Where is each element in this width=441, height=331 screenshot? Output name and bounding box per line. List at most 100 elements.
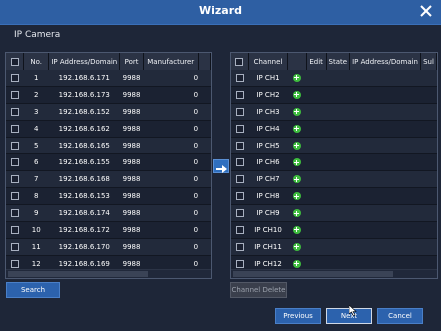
channel-row[interactable]: IP CH4 [231,120,437,138]
table-row[interactable]: 6 192.168.6.155 9988 0 [6,153,211,172]
select-all-checkbox[interactable] [6,53,25,70]
title-bar: Wizard [0,0,441,25]
table-row[interactable]: 10 192.168.6.172 9988 0 [6,221,211,239]
row-checkbox[interactable] [6,204,24,223]
close-icon[interactable] [417,2,435,20]
col-sub[interactable]: Sul [420,53,437,70]
col-channel-ip[interactable]: IP Address/Domain [349,53,421,70]
add-to-channel-button[interactable] [213,159,229,173]
channel-checkbox[interactable] [231,238,249,256]
channel-checkbox[interactable] [231,137,249,155]
table-row[interactable]: 3 192.168.6.152 9988 0 [6,103,211,121]
row-extra [198,86,211,104]
col-state[interactable]: State [326,53,351,70]
add-channel-button[interactable] [287,153,307,172]
table-row[interactable]: 11 192.168.6.170 9988 0 [6,238,211,256]
plus-circle-icon[interactable] [292,73,301,82]
channel-row[interactable]: IP CH8 [231,187,437,206]
channel-delete-button[interactable]: Channel Delete [230,282,287,298]
plus-circle-icon[interactable] [292,90,301,99]
row-port: 9988 [119,86,144,104]
row-checkbox[interactable] [6,170,24,189]
channel-ip [349,86,421,104]
table-row[interactable]: 4 192.168.6.162 9988 0 [6,120,211,138]
channel-row[interactable]: IP CH11 [231,238,437,256]
col-edit[interactable]: Edit [306,53,327,70]
plus-circle-icon[interactable] [292,158,301,167]
cancel-button[interactable]: Cancel [377,308,423,324]
row-checkbox[interactable] [6,187,24,206]
add-channel-button[interactable] [287,120,307,138]
channel-sub [420,238,437,256]
add-channel-button[interactable] [287,86,307,104]
channel-row[interactable]: IP CH1 [231,70,437,87]
left-horizontal-scrollbar[interactable] [6,269,211,278]
table-row[interactable]: 7 192.168.6.168 9988 0 [6,170,211,189]
channel-row[interactable]: IP CH10 [231,221,437,239]
add-channel-button[interactable] [287,103,307,121]
channel-checkbox[interactable] [231,70,249,87]
row-checkbox[interactable] [6,103,24,121]
col-manufacturer[interactable]: Manufacturer [143,53,199,70]
add-channel-button[interactable] [287,170,307,189]
col-no[interactable]: No. [23,53,50,70]
channel-checkbox[interactable] [231,153,249,172]
channel-checkbox[interactable] [231,103,249,121]
channel-row[interactable]: IP CH2 [231,86,437,104]
add-channel-button[interactable] [287,204,307,223]
row-manufacturer: 0 [143,153,199,172]
channel-name: IP CH3 [248,103,288,121]
channel-row[interactable]: IP CH6 [231,153,437,172]
search-button[interactable]: Search [6,282,60,298]
channel-checkbox[interactable] [231,86,249,104]
row-checkbox[interactable] [6,120,24,138]
channel-row[interactable]: IP CH5 [231,137,437,155]
channel-state [326,238,350,256]
channel-ip [349,204,421,223]
channel-checkbox[interactable] [231,120,249,138]
row-checkbox[interactable] [6,153,24,172]
add-channel-button[interactable] [287,238,307,256]
plus-circle-icon[interactable] [292,141,301,150]
col-port[interactable]: Port [119,53,144,70]
row-no: 4 [23,120,49,138]
add-channel-button[interactable] [287,70,307,87]
plus-circle-icon[interactable] [292,259,301,268]
plus-circle-icon[interactable] [292,225,301,234]
plus-circle-icon[interactable] [292,242,301,251]
previous-button[interactable]: Previous [275,308,321,324]
channel-row[interactable]: IP CH3 [231,103,437,121]
plus-circle-icon[interactable] [292,175,301,184]
add-channel-button[interactable] [287,221,307,239]
channel-row[interactable]: IP CH9 [231,204,437,223]
plus-circle-icon[interactable] [292,209,301,218]
col-ip-address[interactable]: IP Address/Domain [48,53,121,70]
plus-circle-icon[interactable] [292,192,301,201]
table-row[interactable]: 9 192.168.6.174 9988 0 [6,204,211,223]
channel-checkbox[interactable] [231,187,249,206]
channel-checkbox[interactable] [231,170,249,189]
table-row[interactable]: 1 192.168.6.171 9988 0 [6,70,211,87]
right-horizontal-scrollbar[interactable] [231,269,437,278]
col-channel[interactable]: Channel [248,53,289,70]
left-scroll-thumb[interactable] [8,271,148,277]
row-checkbox[interactable] [6,137,24,155]
add-channel-button[interactable] [287,137,307,155]
channel-select-all-checkbox[interactable] [231,53,249,70]
add-channel-button[interactable] [287,187,307,206]
plus-circle-icon[interactable] [292,107,301,116]
right-scroll-thumb[interactable] [233,271,393,277]
row-checkbox[interactable] [6,238,24,256]
row-no: 1 [23,70,49,87]
channel-row[interactable]: IP CH7 [231,170,437,189]
table-row[interactable]: 5 192.168.6.165 9988 0 [6,137,211,155]
table-row[interactable]: 8 192.168.6.153 9988 0 [6,187,211,206]
row-checkbox[interactable] [6,221,24,239]
table-row[interactable]: 2 192.168.6.173 9988 0 [6,86,211,104]
row-port: 9988 [119,120,144,138]
channel-checkbox[interactable] [231,221,249,239]
plus-circle-icon[interactable] [292,124,301,133]
channel-checkbox[interactable] [231,204,249,223]
row-checkbox[interactable] [6,70,24,87]
row-checkbox[interactable] [6,86,24,104]
